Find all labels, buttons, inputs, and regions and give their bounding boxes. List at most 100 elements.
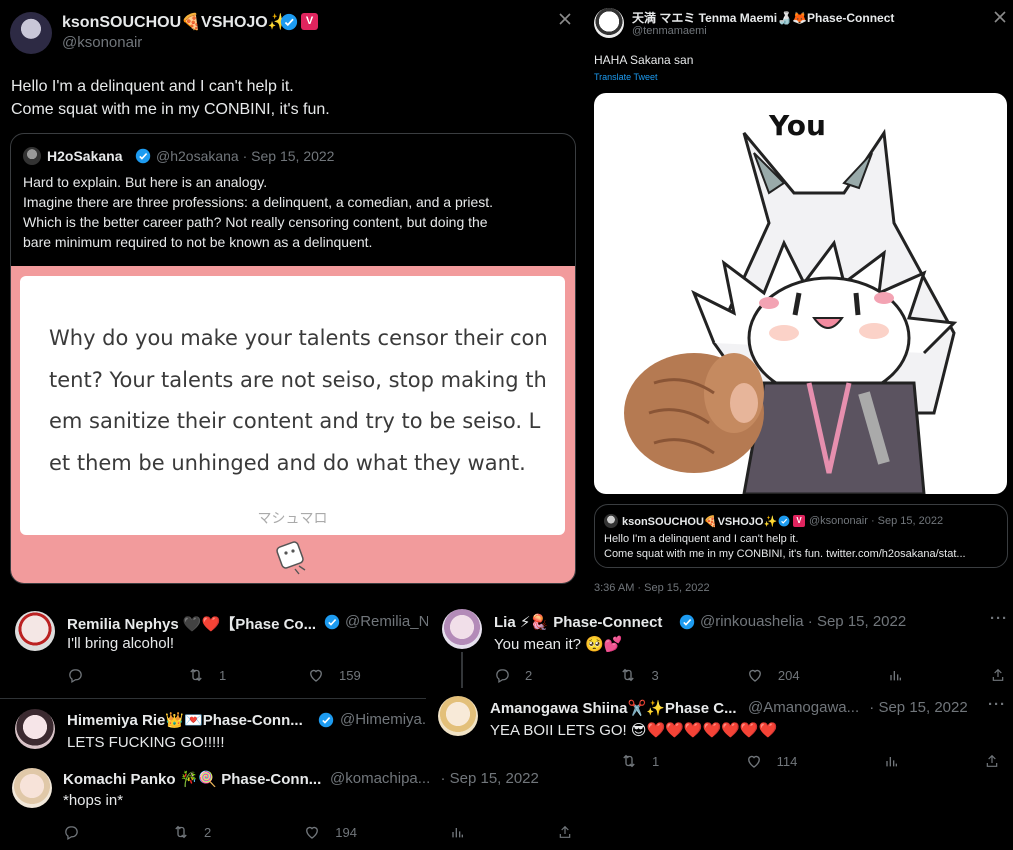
verified-badge-icon bbox=[280, 13, 298, 31]
reply-author-handle[interactable]: @Himemiya.. bbox=[340, 711, 430, 728]
marshmallow-image[interactable]: Why do you make your talents censor thei… bbox=[11, 266, 575, 583]
komachi-avatar[interactable] bbox=[12, 768, 52, 808]
pointing-character-image[interactable]: You bbox=[594, 93, 1007, 494]
reply-author-handle[interactable]: @komachipa... bbox=[330, 770, 430, 787]
reply-text: You mean it? 🥺💕 bbox=[494, 636, 623, 653]
amanogawa-avatar[interactable] bbox=[438, 696, 478, 736]
reply-author-name[interactable]: Amanogawa Shiina✂️✨Phase C... bbox=[490, 699, 737, 717]
reply-author-handle[interactable]: @Amanogawa... bbox=[748, 699, 859, 716]
right-quote-author: ksonSOUCHOU🍕VSHOJO✨ bbox=[622, 516, 778, 528]
ksononair-small-avatar bbox=[604, 514, 618, 528]
marshmallow-message: Why do you make your talents censor thei… bbox=[49, 318, 559, 484]
reply-date[interactable]: · Sep 15, 2022 bbox=[808, 613, 906, 630]
ksononair-avatar[interactable] bbox=[10, 12, 52, 54]
reply-button[interactable] bbox=[67, 667, 187, 684]
reply-himemiya[interactable]: Himemiya Rie👑💌Phase-Conn... @Himemiya.. … bbox=[0, 699, 430, 761]
right-quote-meta: @ksononair · Sep 15, 2022 bbox=[809, 515, 943, 527]
share-button[interactable] bbox=[557, 824, 573, 840]
verified-badge-icon bbox=[135, 148, 151, 164]
like-button[interactable]: 204 bbox=[746, 666, 800, 684]
marshmallow-line-1: Why do you make your talents censor thei… bbox=[49, 326, 548, 350]
right-author-handle[interactable]: @tenmamaemi bbox=[632, 25, 707, 37]
more-options-icon[interactable]: ··· bbox=[990, 610, 1008, 627]
like-button[interactable]: 159 bbox=[307, 666, 427, 684]
marshmallow-logo-icon bbox=[276, 541, 306, 575]
main-author-handle[interactable]: @ksononair bbox=[62, 34, 142, 51]
retweet-icon bbox=[175, 825, 187, 839]
himemiya-avatar[interactable] bbox=[15, 709, 55, 749]
marshmallow-card: Why do you make your talents censor thei… bbox=[20, 276, 565, 535]
retweet-count: 1 bbox=[652, 753, 660, 769]
more-options-icon[interactable] bbox=[558, 12, 578, 31]
retweet-button[interactable]: 2 bbox=[172, 823, 211, 841]
verified-badge-icon bbox=[778, 515, 790, 527]
analytics-button[interactable] bbox=[887, 667, 903, 683]
reply-button[interactable] bbox=[63, 824, 80, 841]
quoted-tweet-card[interactable]: H2oSakana @h2osakana · Sep 15, 2022 Hard… bbox=[10, 133, 576, 584]
reply-text: I'll bring alcohol! bbox=[67, 635, 175, 652]
right-quote-date: · Sep 15, 2022 bbox=[870, 515, 944, 527]
reply-author-name[interactable]: Remilia Nephys 🖤❤️【Phase Co... bbox=[67, 613, 316, 634]
reply-author-handle[interactable]: @rinkouashelia bbox=[700, 613, 804, 630]
analytics-button[interactable] bbox=[883, 753, 899, 769]
reply-date[interactable]: · Sep 15, 2022 bbox=[869, 699, 967, 716]
like-button[interactable]: 114 bbox=[745, 752, 797, 770]
reply-date[interactable]: · Sep 15, 2022 bbox=[440, 770, 538, 787]
reply-icon bbox=[496, 668, 509, 683]
retweet-button[interactable]: 3 bbox=[619, 666, 659, 684]
share-icon bbox=[559, 825, 571, 838]
right-tweet-timestamp[interactable]: 3:36 AM · Sep 15, 2022 bbox=[594, 582, 710, 594]
like-button[interactable]: 194 bbox=[303, 823, 357, 841]
right-quote-line-1: Hello I'm a delinquent and I can't help … bbox=[604, 533, 799, 545]
quote-line-3: Which is the better career path? Not rea… bbox=[23, 214, 488, 230]
reply-actions: 1 159 bbox=[67, 666, 427, 684]
retweet-icon bbox=[622, 668, 635, 682]
h2osakana-avatar bbox=[23, 147, 41, 165]
reply-author-meta: @komachipa... · Sep 15, 2022 bbox=[330, 770, 539, 787]
retweet-button[interactable]: 1 bbox=[620, 752, 659, 770]
tenmamaemi-avatar[interactable] bbox=[594, 8, 624, 38]
quote-line-2: Imagine there are three professions: a d… bbox=[23, 194, 494, 210]
reply-actions: 1 114 bbox=[620, 752, 1000, 770]
right-author-name[interactable]: 天満 マエミ Tenma Maemi🍶🦊Phase-Connect bbox=[632, 9, 894, 26]
remilia-avatar[interactable] bbox=[15, 611, 55, 651]
quote-author-name: H2oSakana bbox=[47, 148, 123, 164]
reply-lia[interactable]: Lia ⚡🪼 Phase-Connect @rinkouashelia · Se… bbox=[428, 602, 1013, 692]
right-quote-line-2: Come squat with me in my CONBINI, it's f… bbox=[604, 548, 966, 560]
like-count: 159 bbox=[339, 667, 361, 683]
right-quoted-tweet[interactable]: ksonSOUCHOU🍕VSHOJO✨ V @ksononair · Sep 1… bbox=[594, 504, 1008, 568]
reply-author-name[interactable]: Lia ⚡🪼 Phase-Connect bbox=[494, 613, 662, 631]
share-button[interactable] bbox=[990, 667, 1006, 683]
analytics-icon bbox=[452, 828, 463, 838]
reply-button[interactable]: 2 bbox=[494, 667, 532, 684]
quote-line-1: Hard to explain. But here is an analogy. bbox=[23, 174, 268, 190]
reply-author-name[interactable]: Komachi Panko 🎋🍭 Phase-Conn... bbox=[63, 770, 321, 788]
main-author-name[interactable]: ksonSOUCHOU🍕VSHOJO✨ bbox=[62, 12, 288, 32]
translate-tweet-link[interactable]: Translate Tweet bbox=[594, 72, 658, 82]
quote-text: Hard to explain. But here is an analogy.… bbox=[23, 172, 563, 252]
marshmallow-line-2: tent? Your talents are not seiso, stop m… bbox=[49, 367, 547, 392]
heart-icon bbox=[747, 755, 760, 768]
like-count: 204 bbox=[777, 667, 800, 683]
main-tweet-line-1: Hello I'm a delinquent and I can't help … bbox=[11, 78, 294, 95]
reply-actions: 2 194 bbox=[63, 823, 573, 841]
reply-author-meta: @Amanogawa... · Sep 15, 2022 bbox=[748, 699, 968, 716]
retweet-button[interactable]: 1 bbox=[187, 666, 307, 684]
vshojo-badge-label: V bbox=[305, 15, 314, 27]
right-quote-handle: @ksononair bbox=[809, 515, 868, 527]
reply-komachi[interactable]: Komachi Panko 🎋🍭 Phase-Conn... @komachip… bbox=[0, 760, 588, 850]
retweet-icon bbox=[623, 754, 635, 768]
vshojo-badge-icon: V bbox=[301, 13, 318, 30]
share-button[interactable] bbox=[984, 753, 1000, 769]
image-caption: You bbox=[768, 109, 826, 142]
more-options-icon[interactable]: ··· bbox=[988, 696, 1006, 713]
reply-author-name[interactable]: Himemiya Rie👑💌Phase-Conn... bbox=[67, 711, 303, 729]
lia-avatar[interactable] bbox=[442, 609, 482, 649]
analytics-button[interactable] bbox=[449, 824, 465, 840]
heart-icon bbox=[310, 669, 322, 682]
right-quote-text: Hello I'm a delinquent and I can't help … bbox=[604, 532, 966, 562]
close-icon[interactable] bbox=[558, 12, 572, 26]
chibi-drawing: You bbox=[624, 109, 958, 494]
close-icon[interactable] bbox=[993, 10, 1007, 24]
reply-remilia[interactable]: Remilia Nephys 🖤❤️【Phase Co... @Remilia_… bbox=[0, 602, 442, 699]
